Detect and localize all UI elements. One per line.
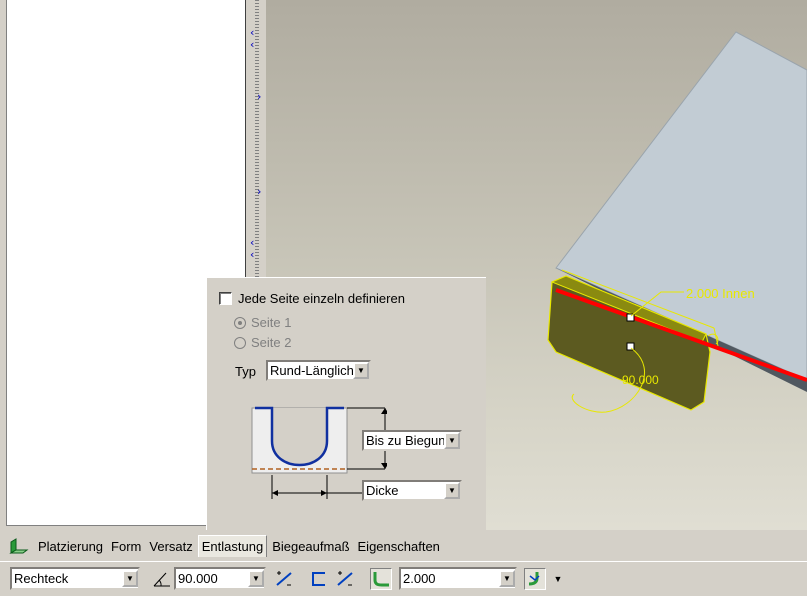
tab-entlastung[interactable]: Entlastung	[197, 535, 268, 557]
chevron-down-icon[interactable]: ▼	[444, 432, 460, 449]
panel-splitter[interactable]: ‹ ‹ › › ‹ ‹	[248, 0, 266, 280]
radius-input[interactable]: 2.000 ▼	[399, 567, 517, 590]
dashboard-toolbar: Rechteck ▼ 90.000 ▼ 2.000 ▼ ▼	[0, 561, 807, 596]
chevron-down-icon[interactable]: ▼	[122, 570, 138, 587]
angle-icon	[151, 568, 173, 590]
dashboard-tabs: Platzierung Form Versatz Entlastung Bieg…	[0, 531, 807, 561]
tab-platzierung[interactable]: Platzierung	[35, 536, 106, 557]
relief-options-panel: Jede Seite einzeln definieren Seite 1 Se…	[206, 277, 486, 530]
collapse-left-icon[interactable]: ‹	[250, 27, 260, 38]
side1-option[interactable]: Seite 1	[234, 315, 291, 330]
collapse-left-icon[interactable]: ‹	[250, 39, 260, 50]
independent-sides-option[interactable]: Jede Seite einzeln definieren	[219, 291, 405, 306]
independent-sides-label: Jede Seite einzeln definieren	[238, 291, 405, 306]
tab-eigenschaften[interactable]: Eigenschaften	[355, 536, 443, 557]
tab-versatz[interactable]: Versatz	[146, 536, 195, 557]
relief-width-select[interactable]: Dicke ▼	[362, 480, 462, 501]
dimension-label[interactable]: 2.000 Innen	[686, 286, 755, 301]
profile-icon[interactable]	[308, 568, 330, 590]
flip-angle-icon[interactable]	[273, 568, 295, 590]
angle-input[interactable]: 90.000 ▼	[174, 567, 266, 590]
relief-depth-value: Bis zu Biegung	[366, 433, 444, 448]
relief-type-select[interactable]: Rund-Länglich ▼	[266, 360, 371, 381]
angle-value: 90.000	[178, 571, 218, 586]
flange-wall-icon	[9, 538, 29, 554]
independent-sides-checkbox[interactable]	[219, 292, 232, 305]
toolbar-more-icon[interactable]: ▼	[551, 568, 565, 590]
radius-value: 2.000	[403, 571, 436, 586]
shape-select[interactable]: Rechteck ▼	[10, 567, 140, 590]
side2-radio[interactable]	[234, 336, 246, 349]
tab-biegeaufmass[interactable]: Biegeaufmaß	[269, 536, 352, 557]
relief-width-value: Dicke	[366, 483, 399, 498]
side2-option[interactable]: Seite 2	[234, 335, 291, 350]
collapse-left-icon[interactable]: ‹	[250, 249, 260, 260]
side1-radio[interactable]	[234, 316, 246, 329]
chevron-down-icon[interactable]: ▼	[499, 570, 515, 587]
side2-label: Seite 2	[251, 335, 292, 350]
relief-depth-select[interactable]: Bis zu Biegung ▼	[362, 430, 462, 451]
side1-label: Seite 1	[251, 315, 292, 330]
type-label: Typ	[235, 364, 256, 379]
chevron-down-icon[interactable]: ▼	[248, 570, 264, 587]
shape-value: Rechteck	[14, 571, 69, 586]
relief-type-value: Rund-Länglich	[270, 363, 353, 378]
chevron-down-icon[interactable]: ▼	[353, 362, 369, 379]
collapse-left-icon[interactable]: ‹	[250, 237, 260, 248]
chevron-down-icon[interactable]: ▼	[444, 482, 460, 499]
radius-side-icon[interactable]	[524, 568, 546, 590]
flip-profile-icon[interactable]	[334, 568, 356, 590]
tab-form[interactable]: Form	[108, 536, 144, 557]
bend-radius-icon[interactable]	[370, 568, 392, 590]
angle-label[interactable]: 90.000	[622, 373, 659, 387]
